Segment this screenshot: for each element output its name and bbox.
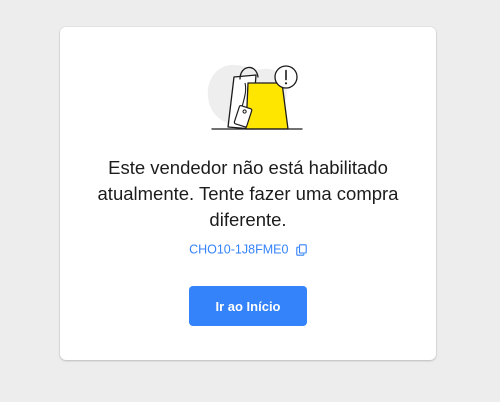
copy-icon[interactable] bbox=[296, 243, 307, 256]
error-message: Este vendedor não está habilitado atualm… bbox=[97, 157, 399, 230]
error-code: CHO10-1J8FME0 bbox=[189, 242, 289, 257]
error-card: Este vendedor não está habilitado atualm… bbox=[60, 27, 436, 360]
error-code-row: CHO10-1J8FME0 bbox=[60, 241, 436, 258]
go-home-button[interactable]: Ir ao Início bbox=[189, 286, 307, 326]
shopping-bag-warning-icon bbox=[207, 64, 303, 130]
